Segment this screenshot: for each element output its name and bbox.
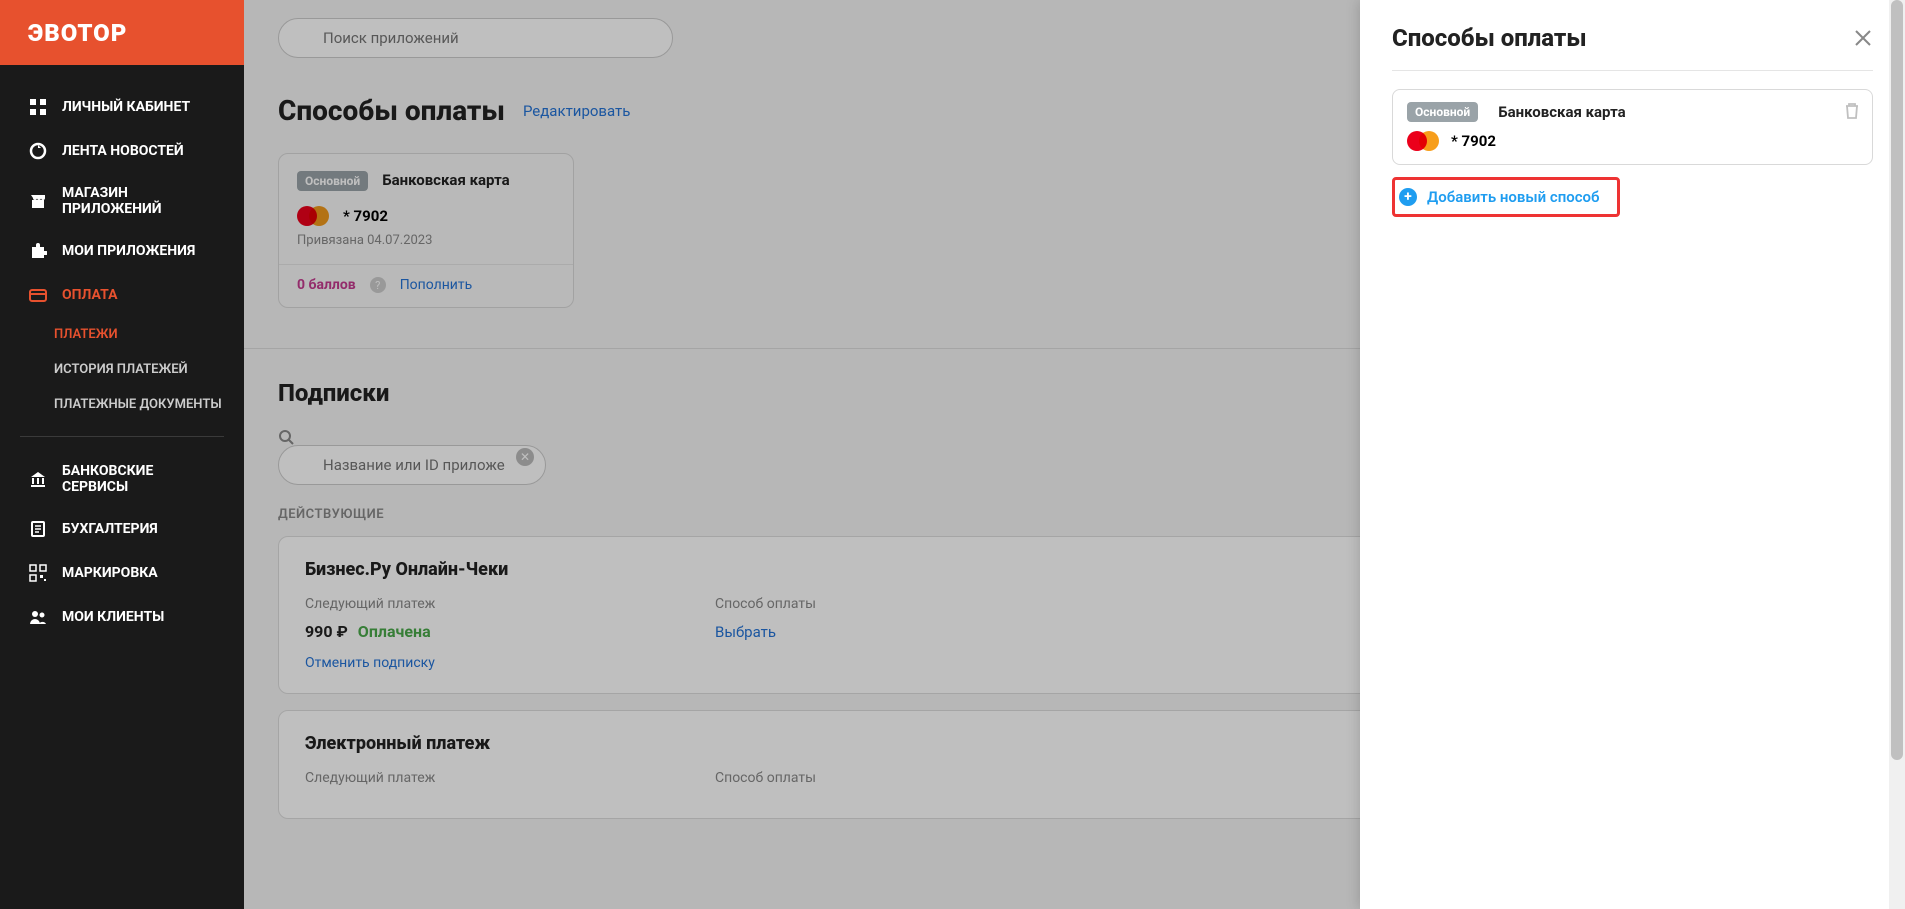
sub-item-payments[interactable]: ПЛАТЕЖИ [54, 317, 244, 352]
sidebar-item-label: МАГАЗИН ПРИЛОЖЕНИЙ [62, 185, 216, 217]
sidebar-item-marking[interactable]: МАРКИРОВКА [0, 551, 244, 595]
sidebar-item-label: ЛИЧНЫЙ КАБИНЕТ [62, 99, 190, 115]
nav: ЛИЧНЫЙ КАБИНЕТ ЛЕНТА НОВОСТЕЙ МАГАЗИН ПР… [0, 65, 244, 639]
add-method-label: Добавить новый способ [1427, 188, 1600, 206]
sidebar-item-clients[interactable]: МОИ КЛИЕНТЫ [0, 595, 244, 639]
logo-area: ЭВОТОР [0, 0, 244, 65]
sidebar-item-cabinet[interactable]: ЛИЧНЫЙ КАБИНЕТ [0, 85, 244, 129]
sidebar-item-label: МОИ КЛИЕНТЫ [62, 609, 164, 625]
bank-icon [28, 469, 48, 489]
nav-divider [20, 436, 224, 437]
trash-icon[interactable] [1844, 102, 1860, 120]
users-icon [28, 607, 48, 627]
add-payment-method-button[interactable]: + Добавить новый способ [1392, 177, 1620, 217]
qr-icon [28, 563, 48, 583]
payment-methods-drawer: Способы оплаты Основной Банковская карта… [1360, 0, 1905, 909]
sub-item-history[interactable]: ИСТОРИЯ ПЛАТЕЖЕЙ [54, 352, 244, 387]
scrollbar-thumb[interactable] [1891, 0, 1903, 760]
sidebar-item-label: БУХГАЛТЕРИЯ [62, 521, 158, 537]
document-icon [28, 519, 48, 539]
sub-item-documents[interactable]: ПЛАТЕЖНЫЕ ДОКУМЕНТЫ [54, 387, 244, 422]
drawer-title: Способы оплаты [1392, 24, 1587, 52]
sidebar-item-news[interactable]: ЛЕНТА НОВОСТЕЙ [0, 129, 244, 173]
sidebar-item-label: МАРКИРОВКА [62, 565, 158, 581]
drawer-payment-card: Основной Банковская карта * 7902 [1392, 89, 1873, 165]
close-icon[interactable] [1853, 28, 1873, 48]
sidebar-item-label: БАНКОВСКИЕ СЕРВИСЫ [62, 463, 216, 495]
card-mask: * 7902 [1451, 132, 1496, 150]
main-badge: Основной [1407, 102, 1478, 122]
sidebar-item-label: ОПЛАТА [62, 287, 117, 303]
sidebar-item-bank[interactable]: БАНКОВСКИЕ СЕРВИСЫ [0, 451, 244, 507]
card-type: Банковская карта [1498, 103, 1625, 121]
sidebar-item-apps[interactable]: МОИ ПРИЛОЖЕНИЯ [0, 229, 244, 273]
sidebar-item-store[interactable]: МАГАЗИН ПРИЛОЖЕНИЙ [0, 173, 244, 229]
card-icon [28, 285, 48, 305]
sidebar-item-label: ЛЕНТА НОВОСТЕЙ [62, 143, 184, 159]
sidebar-item-accounting[interactable]: БУХГАЛТЕРИЯ [0, 507, 244, 551]
plus-icon: + [1399, 188, 1417, 206]
puzzle-icon [28, 241, 48, 261]
nav-sub: ПЛАТЕЖИ ИСТОРИЯ ПЛАТЕЖЕЙ ПЛАТЕЖНЫЕ ДОКУМ… [0, 317, 244, 422]
sidebar: ЭВОТОР ЛИЧНЫЙ КАБИНЕТ ЛЕНТА НОВОСТЕЙ МАГ… [0, 0, 244, 909]
sidebar-item-label: МОИ ПРИЛОЖЕНИЯ [62, 243, 195, 259]
sidebar-item-payment[interactable]: ОПЛАТА [0, 273, 244, 317]
scrollbar[interactable] [1889, 0, 1905, 909]
mastercard-icon [1407, 130, 1441, 152]
store-icon [28, 191, 48, 211]
grid-icon [28, 97, 48, 117]
logo: ЭВОТОР [28, 19, 127, 47]
refresh-icon [28, 141, 48, 161]
